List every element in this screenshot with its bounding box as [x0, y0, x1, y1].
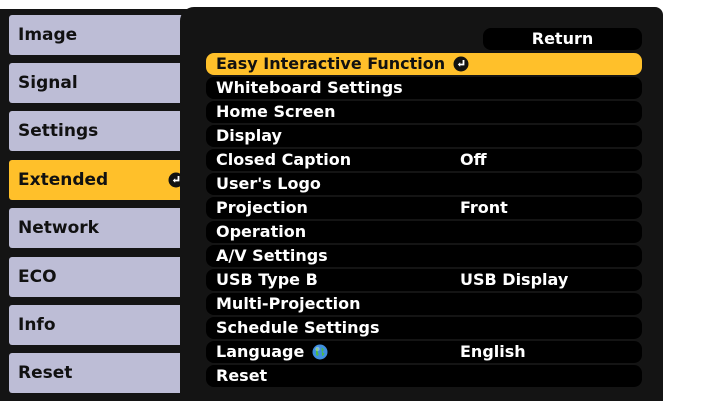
tab-signal[interactable]: Signal [9, 63, 194, 103]
menu-item-label: Home Screen [216, 102, 336, 121]
menu-item-label: Easy Interactive Function [216, 54, 446, 73]
tab-label: ECO [18, 267, 57, 287]
tab-info[interactable]: Info [9, 305, 194, 345]
menu-item-display[interactable]: Display [206, 125, 642, 147]
menu-item-label: Projection [216, 198, 308, 217]
menu-item-label: A/V Settings [216, 246, 328, 265]
menu-item-av-settings[interactable]: A/V Settings [206, 245, 642, 267]
enter-icon [453, 56, 469, 72]
menu-item-label: USB Type B [216, 270, 318, 289]
menu-item-label: Whiteboard Settings [216, 78, 403, 97]
tab-label: Network [18, 218, 99, 238]
tab-extended[interactable]: Extended [9, 160, 194, 200]
menu-item-value: Front [460, 198, 508, 217]
menu-item-users-logo[interactable]: User's Logo [206, 173, 642, 195]
menu-item-closed-caption[interactable]: Closed Caption Off [206, 149, 642, 171]
menu-item-schedule-settings[interactable]: Schedule Settings [206, 317, 642, 339]
category-sidebar: Image Signal Settings Extended Network E… [0, 9, 200, 401]
menu-item-value: English [460, 342, 526, 361]
menu-item-label: Reset [216, 366, 268, 385]
menu-item-label: Operation [216, 222, 307, 241]
tab-label: Info [18, 315, 56, 335]
menu-item-label: Display [216, 126, 282, 145]
menu-item-usb-type-b[interactable]: USB Type B USB Display [206, 269, 642, 291]
tab-label: Reset [18, 363, 73, 383]
menu-item-value: USB Display [460, 270, 569, 289]
menu-item-label: Schedule Settings [216, 318, 380, 337]
menu-item-operation[interactable]: Operation [206, 221, 642, 243]
menu-item-language[interactable]: Language English [206, 341, 642, 363]
tab-settings[interactable]: Settings [9, 111, 194, 151]
menu-item-value: Off [460, 150, 487, 169]
tab-reset[interactable]: Reset [9, 353, 194, 393]
tab-label: Extended [18, 170, 109, 190]
return-button[interactable]: Return [483, 28, 642, 50]
menu-item-easy-interactive-function[interactable]: Easy Interactive Function [206, 53, 642, 75]
tab-network[interactable]: Network [9, 208, 194, 248]
menu-item-reset[interactable]: Reset [206, 365, 642, 387]
tab-label: Signal [18, 73, 78, 93]
menu-item-label: Language [216, 342, 305, 361]
menu-item-projection[interactable]: Projection Front [206, 197, 642, 219]
projector-menu-screen: Image Signal Settings Extended Network E… [0, 0, 707, 403]
menu-item-label: Multi-Projection [216, 294, 361, 313]
globe-icon [312, 344, 328, 360]
menu-item-label: Closed Caption [216, 150, 352, 169]
tab-label: Image [18, 25, 78, 45]
menu-item-whiteboard-settings[interactable]: Whiteboard Settings [206, 77, 642, 99]
tab-label: Settings [18, 121, 99, 141]
menu-item-multi-projection[interactable]: Multi-Projection [206, 293, 642, 315]
tab-eco[interactable]: ECO [9, 257, 194, 297]
tab-image[interactable]: Image [9, 15, 194, 55]
menu-item-home-screen[interactable]: Home Screen [206, 101, 642, 123]
menu-item-label: User's Logo [216, 174, 321, 193]
